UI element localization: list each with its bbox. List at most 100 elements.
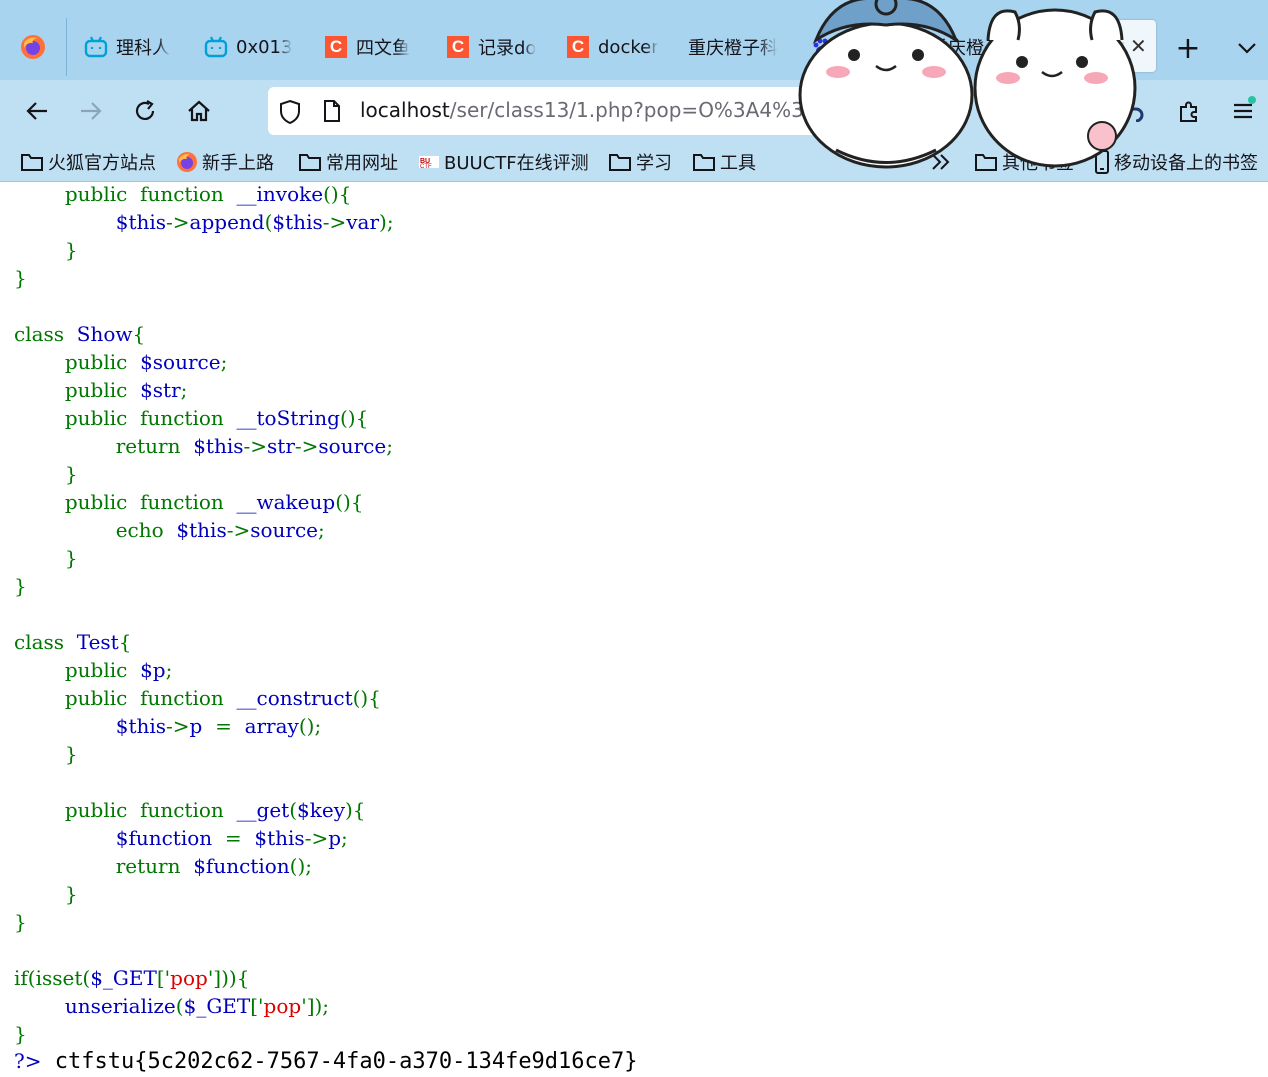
firefox-icon — [176, 151, 198, 173]
code-line: } — [14, 1022, 27, 1046]
csdn-icon: C — [566, 35, 590, 59]
bookmark-folder-mobile[interactable]: 移动设备上的书签 — [1094, 148, 1258, 176]
tab-1-label: 理科人 — [116, 38, 170, 59]
firefox-view-button[interactable] — [0, 16, 66, 78]
page-info-icon[interactable] — [322, 99, 342, 127]
code-line: } — [64, 238, 78, 262]
code-line: public $source; — [64, 350, 228, 374]
extensions-count-badge[interactable]: 2 — [1013, 98, 1039, 124]
navigation-toolbar: localhost/ser/class13/1.php?pop=O%3A4%3A… — [0, 80, 1268, 142]
chevron-double-right-icon — [932, 154, 950, 170]
code-line: $this->append($this->var); — [115, 210, 394, 234]
tab-9-label: localhos — [1052, 35, 1126, 57]
code-line: return $function(); — [115, 854, 312, 878]
url-host: localhost — [360, 98, 450, 122]
tab-6[interactable]: 重庆橙子科 — [670, 18, 792, 76]
tab-5[interactable]: C docker — [548, 18, 670, 76]
reload-button[interactable] — [126, 92, 164, 130]
tab-2[interactable]: 0x013 — [186, 18, 306, 76]
bookmark-label: 移动设备上的书签 — [1114, 153, 1258, 174]
tab-1[interactable]: 理科人 — [66, 18, 186, 76]
svg-text:CTF: CTF — [420, 164, 432, 170]
tab-active-localhost[interactable]: localhos ✕ — [1040, 20, 1156, 72]
tab-8[interactable]: 重庆橙子科 — [912, 18, 1034, 76]
page-output-line: ?> ctfstu{5c202c62-7567-4fa0-a370-134fe9… — [14, 1046, 638, 1077]
code-line: } — [64, 742, 78, 766]
code-line: } — [64, 462, 78, 486]
undo-arrow-icon — [1121, 101, 1144, 122]
app-menu-button[interactable] — [1224, 92, 1262, 130]
bookmark-getting-started[interactable]: 新手上路 — [176, 148, 274, 176]
tab-3[interactable]: C 四文鱼 — [306, 18, 428, 76]
code-line: public $p; — [64, 658, 173, 682]
code-line: public function __wakeup(){ — [64, 490, 364, 514]
bookmark-folder-other[interactable]: 其他书签 — [974, 148, 1074, 176]
address-bar[interactable]: localhost/ser/class13/1.php?pop=O%3A4%3A… — [268, 87, 958, 135]
csdn-icon: C — [324, 35, 348, 59]
arrow-right-icon — [81, 102, 102, 120]
code-line: if(isset($_GET['pop'])){ — [14, 966, 250, 990]
bookmark-label: 其他书签 — [1002, 153, 1074, 174]
tab-7[interactable]: 西南石 — [792, 18, 912, 76]
code-line: echo $this->source; — [115, 518, 325, 542]
back-button[interactable] — [18, 92, 56, 130]
screenshot-crop-button[interactable] — [1060, 92, 1098, 130]
tab-2-label: 0x013 — [236, 36, 293, 58]
update-dot-icon — [1248, 96, 1256, 104]
tab-6-label: 重庆橙子科 — [688, 38, 778, 59]
bookmark-folder-common[interactable]: 常用网址 — [298, 148, 398, 176]
new-tab-button[interactable]: + — [1172, 28, 1204, 68]
tab-3-label: 四文鱼 — [356, 38, 410, 59]
code-line: } — [14, 266, 27, 290]
folder-icon — [20, 152, 44, 172]
firefox-icon — [21, 35, 45, 59]
page-content: public function __invoke(){ $this->appen… — [0, 183, 1268, 1077]
bookmark-folder-tools[interactable]: 工具 — [692, 148, 756, 176]
bookmark-label: 常用网址 — [326, 153, 398, 174]
code-line: class Test{ — [14, 630, 132, 654]
baidu-paw-icon — [810, 35, 834, 59]
crop-icon — [1068, 100, 1090, 122]
list-all-tabs-button[interactable] — [1232, 28, 1262, 68]
home-button[interactable] — [180, 92, 218, 130]
bookmark-label: BUUCTF在线评测 — [444, 153, 589, 174]
tab-4[interactable]: C 记录do — [428, 18, 548, 76]
arrow-left-icon — [26, 102, 47, 120]
bilibili-icon — [84, 35, 108, 59]
bookmark-label: 火狐官方站点 — [48, 153, 156, 174]
bookmark-buuctf[interactable]: BU CTF BUUCTF在线评测 — [418, 148, 589, 176]
forward-button[interactable] — [72, 92, 110, 130]
reload-icon — [135, 100, 155, 120]
tab-7-label: 西南石 — [842, 38, 896, 59]
home-icon — [188, 100, 210, 122]
code-line: public $str; — [64, 378, 188, 402]
qr-code-icon[interactable] — [880, 99, 904, 127]
mobile-device-icon — [1094, 150, 1110, 174]
chevron-down-icon — [1238, 43, 1256, 54]
undo-close-button[interactable] — [1114, 92, 1152, 130]
bookmark-folder-study[interactable]: 学习 — [608, 148, 672, 176]
hamburger-menu-icon — [1234, 103, 1252, 119]
tab-8-label: 重庆橙子科 — [930, 38, 1020, 59]
bookmark-firefox-official[interactable]: 火狐官方站点 — [20, 148, 156, 176]
code-line: $this->p = array(); — [115, 714, 322, 738]
bookmark-label: 工具 — [720, 153, 756, 174]
extensions-button[interactable] — [1170, 92, 1208, 130]
code-line: unserialize($_GET['pop']); — [64, 994, 330, 1018]
folder-icon — [974, 152, 998, 172]
code-line: } — [14, 910, 27, 934]
code-line: } — [14, 574, 27, 598]
url-text[interactable]: localhost/ser/class13/1.php?pop=O%3A4%3A… — [360, 98, 880, 122]
flag-output: ctfstu{5c202c62-7567-4fa0-a370-134fe9d16… — [54, 1049, 638, 1074]
bookmark-star-icon[interactable] — [920, 98, 946, 128]
close-tab-icon[interactable]: ✕ — [1130, 34, 1147, 58]
code-line: public function __construct(){ — [64, 686, 381, 710]
bookmarks-toolbar: 火狐官方站点 新手上路 常用网址 BU CTF BUUCTF在线评测 学习 工具 … — [0, 142, 1268, 182]
bookmark-label: 新手上路 — [202, 153, 274, 174]
tab-5-label: docker — [598, 36, 659, 58]
tracking-protection-shield-icon[interactable] — [278, 99, 302, 129]
tab-4-label: 记录do — [478, 38, 537, 59]
folder-icon — [692, 152, 716, 172]
bookmarks-overflow-button[interactable] — [930, 148, 952, 176]
code-line: public function __toString(){ — [64, 406, 369, 430]
